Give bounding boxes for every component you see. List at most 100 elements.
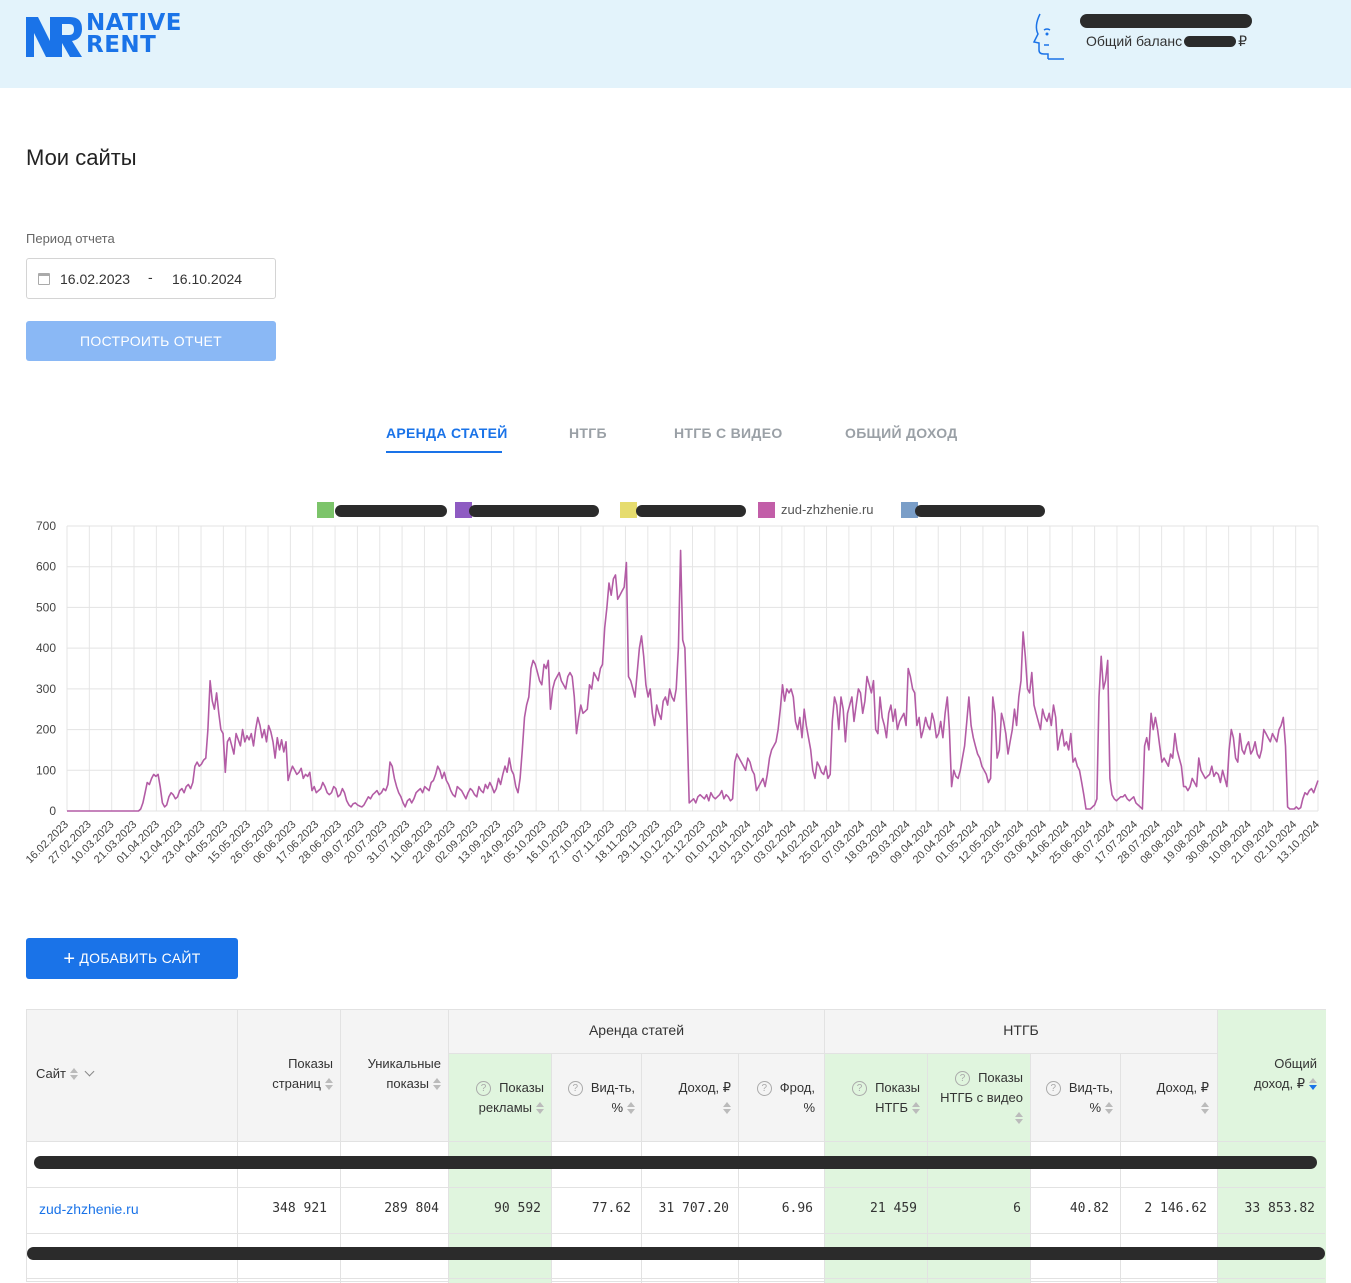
col-header-ntgb-visibility[interactable]: ? Вид-ть, %: [1037, 1078, 1113, 1118]
col-header-label: Общий доход, ₽: [1253, 1056, 1317, 1091]
col-header-ntgb-income[interactable]: Доход, ₽: [1145, 1078, 1209, 1118]
row-divider: [27, 1187, 1325, 1188]
y-tick-label: 100: [36, 763, 56, 777]
row-divider: [448, 1053, 1218, 1054]
plus-icon: +: [63, 948, 76, 970]
help-icon[interactable]: ?: [756, 1081, 772, 1096]
help-icon[interactable]: ?: [955, 1071, 971, 1086]
col-header-total-income[interactable]: Общий доход, ₽: [1233, 1054, 1317, 1094]
sort-icon[interactable]: [433, 1078, 441, 1090]
col-header-ntgb-video[interactable]: ? Показы НТГБ с видео: [939, 1068, 1023, 1128]
tab-article-rent[interactable]: АРЕНДА СТАТЕЙ: [386, 425, 508, 441]
col-header-label: Доход, ₽: [678, 1080, 731, 1095]
col-header-page-views[interactable]: Показы страниц: [249, 1054, 333, 1094]
date-range-picker[interactable]: 16.02.2023 - 16.10.2024: [26, 258, 276, 299]
col-header-ad-shows[interactable]: ? Показы рекламы: [457, 1078, 544, 1118]
page-title: Мои сайты: [26, 145, 137, 170]
active-tab-underline: [386, 451, 502, 453]
row-divider: [27, 1278, 1325, 1279]
y-tick-label: 500: [36, 600, 56, 614]
sort-icon[interactable]: [325, 1078, 333, 1090]
date-from-input[interactable]: 16.02.2023: [60, 271, 130, 287]
col-header-label: Показы страниц: [272, 1056, 333, 1091]
row-divider: [27, 1233, 1325, 1234]
cell-ntgb-shows: 21 459: [870, 1201, 917, 1216]
y-tick-label: 600: [36, 560, 56, 574]
col-divider: [340, 1010, 341, 1283]
chevron-down-icon[interactable]: [84, 1066, 95, 1077]
period-label: Период отчета: [26, 231, 115, 246]
sort-icon[interactable]: [69, 1068, 78, 1080]
logo-line-2: RENT: [86, 32, 157, 58]
cell-ad-shows: 90 592: [494, 1201, 541, 1216]
logo-line-1: NATIVE: [86, 10, 183, 36]
tab-ntgb-video[interactable]: НТГБ С ВИДЕО: [674, 425, 783, 441]
col-header-visibility[interactable]: ? Вид-ть, %: [559, 1078, 635, 1118]
cell-ntgb-visibility: 40.82: [1069, 1201, 1109, 1216]
tab-ntgb[interactable]: НТГБ: [569, 425, 607, 441]
col-divider: [1217, 1010, 1218, 1283]
cell-unique-views: 289 804: [384, 1201, 439, 1216]
date-to-input[interactable]: 16.10.2024: [172, 271, 242, 287]
balance-label: Общий баланс: [1086, 33, 1183, 49]
y-tick-label: 0: [49, 804, 56, 818]
col-header-label: Фрод, %: [779, 1080, 815, 1115]
col-header-label: Доход, ₽: [1156, 1080, 1209, 1095]
sort-icon[interactable]: [1015, 1112, 1023, 1124]
help-icon[interactable]: ?: [852, 1081, 868, 1096]
col-header-site[interactable]: Сайт: [36, 1064, 95, 1084]
calendar-icon: [38, 273, 50, 285]
group-header-article-rent: Аренда статей: [588, 1022, 685, 1038]
y-tick-label: 700: [36, 519, 56, 533]
cell-visibility: 77.62: [591, 1201, 631, 1216]
sort-icon[interactable]: [1201, 1102, 1209, 1114]
col-divider: [237, 1010, 238, 1283]
col-divider: [824, 1010, 825, 1283]
sort-desc-icon[interactable]: [1309, 1078, 1317, 1090]
sort-icon[interactable]: [536, 1102, 544, 1114]
article-rent-line-chart[interactable]: 010020030040050060070016.02.202327.02.20…: [0, 515, 1351, 885]
group-header-ntgb: НТГБ: [1003, 1022, 1039, 1038]
help-icon[interactable]: ?: [476, 1081, 492, 1096]
help-icon[interactable]: ?: [1045, 1081, 1061, 1096]
y-tick-label: 200: [36, 723, 56, 737]
col-header-label: Показы НТГБ с видео: [940, 1070, 1023, 1105]
sort-icon[interactable]: [627, 1102, 635, 1114]
col-header-income[interactable]: Доход, ₽: [667, 1078, 731, 1118]
build-report-button[interactable]: ПОСТРОИТЬ ОТЧЕТ: [26, 321, 276, 361]
col-header-label: Уникальные показы: [367, 1056, 441, 1091]
tab-total-income[interactable]: ОБЩИЙ ДОХОД: [845, 425, 958, 441]
add-site-button[interactable]: + ДОБАВИТЬ САЙТ: [26, 938, 238, 979]
sites-table: Аренда статей НТГБ Сайт Показы страниц У…: [26, 1009, 1326, 1283]
user-name-redacted: [1080, 14, 1252, 28]
col-header-fraud[interactable]: ? Фрод, %: [747, 1078, 815, 1118]
logo-wordmark: NATIVE RENT: [86, 10, 183, 58]
y-tick-label: 300: [36, 682, 56, 696]
col-header-unique-views[interactable]: Уникальные показы: [347, 1054, 441, 1094]
highlight-column: [1218, 1010, 1326, 1283]
help-icon[interactable]: ?: [567, 1081, 583, 1096]
top-header: NATIVE RENT Общий баланс ₽: [0, 0, 1351, 88]
cell-total-income: 33 853.82: [1244, 1201, 1315, 1216]
account-balance: Общий баланс ₽: [1086, 33, 1247, 50]
cell-ntgb-income: 2 146.62: [1144, 1201, 1207, 1216]
sort-icon[interactable]: [723, 1102, 731, 1114]
col-header-ntgb-shows[interactable]: ? Показы НТГБ: [833, 1078, 920, 1118]
table-row-redacted: [34, 1156, 1317, 1169]
cell-fraud: 6.96: [781, 1201, 813, 1216]
table-row-redacted: [27, 1247, 1325, 1260]
row-divider: [27, 1141, 1325, 1142]
sort-icon[interactable]: [1105, 1102, 1113, 1114]
sort-icon[interactable]: [912, 1102, 920, 1114]
col-divider: [448, 1010, 449, 1283]
col-header-site-label: Сайт: [36, 1066, 66, 1081]
balance-currency: ₽: [1238, 33, 1248, 49]
user-avatar-icon[interactable]: [1030, 12, 1068, 60]
balance-value-redacted: [1184, 36, 1237, 47]
add-site-label: ДОБАВИТЬ САЙТ: [79, 950, 201, 966]
cell-page-views: 348 921: [272, 1201, 327, 1216]
site-link[interactable]: zud-zhzhenie.ru: [39, 1201, 139, 1217]
y-tick-label: 400: [36, 641, 56, 655]
cell-ntgb-video: 6: [1013, 1201, 1021, 1216]
date-separator: -: [148, 269, 153, 285]
